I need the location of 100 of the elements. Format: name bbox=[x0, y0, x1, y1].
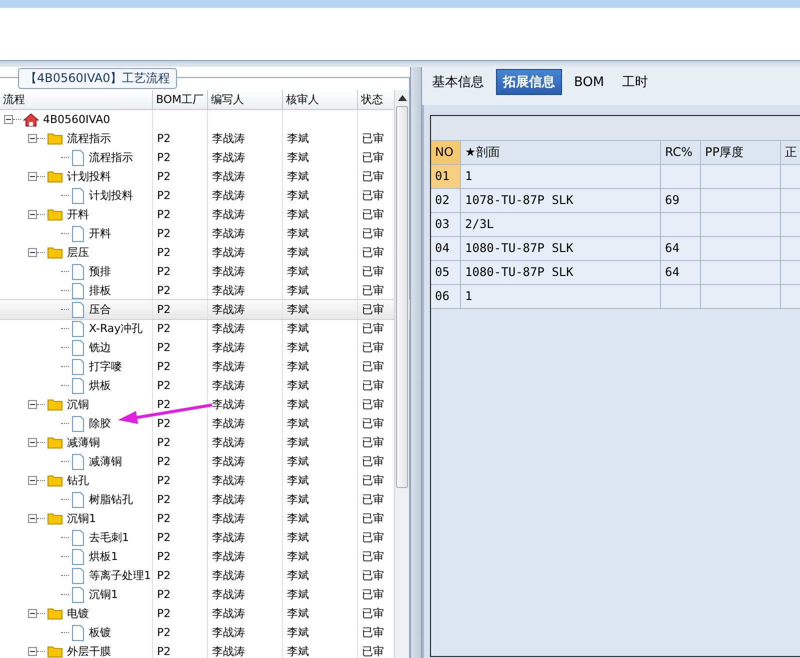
collapse-toggle-icon[interactable] bbox=[28, 172, 37, 181]
tab[interactable]: 拓展信息 bbox=[496, 69, 562, 95]
tab[interactable]: 基本信息 bbox=[426, 69, 490, 95]
table-cell: 李斌 bbox=[287, 587, 309, 602]
tree-item-label[interactable]: 打字嘜 bbox=[89, 359, 122, 374]
document-icon bbox=[71, 302, 85, 318]
table-cell: 李斌 bbox=[287, 606, 309, 621]
column-header[interactable]: 核审人 bbox=[283, 90, 358, 109]
tree-item-label[interactable]: 4B0560IVA0 bbox=[43, 113, 110, 126]
table-cell: 已审 bbox=[362, 302, 384, 317]
document-icon bbox=[71, 586, 85, 602]
tree-item-label[interactable]: 预排 bbox=[89, 264, 111, 279]
table-cell: 1080-TU-87P SLK bbox=[461, 261, 661, 284]
table-cell: 李斌 bbox=[287, 454, 309, 469]
tree-item-label[interactable]: 压合 bbox=[89, 302, 111, 317]
table-cell: P2 bbox=[157, 170, 171, 183]
table-cell: 李战涛 bbox=[212, 454, 245, 469]
panel-title: 【4B0560IVA0】工艺流程 bbox=[18, 68, 178, 89]
row-number[interactable]: 05 bbox=[431, 261, 461, 284]
tree-item-label[interactable]: 板镀 bbox=[89, 625, 111, 640]
table-cell: 李战涛 bbox=[212, 207, 245, 222]
table-cell: 李斌 bbox=[287, 283, 309, 298]
document-icon bbox=[71, 226, 85, 242]
table-cell: P2 bbox=[157, 455, 171, 468]
column-header[interactable]: 编写人 bbox=[208, 90, 283, 109]
table-cell: P2 bbox=[157, 189, 171, 202]
tree-item-label[interactable]: 排板 bbox=[89, 283, 111, 298]
column-header[interactable]: BOM工厂 bbox=[153, 90, 208, 109]
table-cell: 已审 bbox=[362, 283, 384, 298]
row-number[interactable]: 03 bbox=[431, 213, 461, 236]
tree-item-label[interactable]: 层压 bbox=[67, 245, 89, 260]
tree-item-label[interactable]: 开料 bbox=[89, 226, 111, 241]
document-icon bbox=[71, 358, 85, 374]
tree-item-label[interactable]: 烘板1 bbox=[89, 549, 118, 564]
table-cell: 李斌 bbox=[287, 150, 309, 165]
row-number[interactable]: 01 bbox=[431, 165, 461, 188]
table-cell: 李斌 bbox=[287, 511, 309, 526]
tree-item-label[interactable]: 流程指示 bbox=[89, 150, 133, 165]
table-cell: P2 bbox=[157, 474, 171, 487]
row-number[interactable]: 06 bbox=[431, 285, 461, 308]
table-cell: 已审 bbox=[362, 511, 384, 526]
column-header[interactable]: 流程 bbox=[0, 90, 153, 109]
table-cell: 已审 bbox=[362, 245, 384, 260]
column-header[interactable]: NO bbox=[431, 141, 461, 164]
tree-item-label[interactable]: 外层干膜 bbox=[67, 644, 111, 658]
folder-icon bbox=[47, 607, 63, 620]
tab[interactable]: 工时 bbox=[616, 69, 654, 95]
table-cell: P2 bbox=[157, 607, 171, 620]
tab[interactable]: BOM bbox=[568, 69, 610, 95]
table-cell: 69 bbox=[661, 189, 701, 212]
folder-icon bbox=[47, 132, 63, 145]
tree-item-label[interactable]: 等离子处理1 bbox=[89, 568, 151, 583]
tree-item-label[interactable]: 电镀 bbox=[67, 606, 89, 621]
collapse-toggle-icon[interactable] bbox=[4, 115, 13, 124]
table-cell: 李斌 bbox=[287, 530, 309, 545]
table-cell: P2 bbox=[157, 531, 171, 544]
table-cell: 已审 bbox=[362, 587, 384, 602]
row-number[interactable]: 02 bbox=[431, 189, 461, 212]
table-cell: 李战涛 bbox=[212, 587, 245, 602]
scrollbar[interactable] bbox=[394, 90, 409, 658]
table-cell: 李战涛 bbox=[212, 131, 245, 146]
tree-item-label[interactable]: 去毛刺1 bbox=[89, 530, 129, 545]
table-cell: P2 bbox=[157, 360, 171, 373]
table-cell: 1 bbox=[461, 285, 661, 308]
tree-item-label[interactable]: 计划投料 bbox=[89, 188, 133, 203]
collapse-toggle-icon[interactable] bbox=[28, 514, 37, 523]
splitter-handle[interactable] bbox=[410, 67, 422, 658]
collapse-toggle-icon[interactable] bbox=[28, 438, 37, 447]
scroll-thumb[interactable] bbox=[396, 106, 408, 488]
tree-item-label[interactable]: 沉铜 bbox=[67, 397, 89, 412]
collapse-toggle-icon[interactable] bbox=[28, 647, 37, 656]
collapse-toggle-icon[interactable] bbox=[28, 210, 37, 219]
collapse-toggle-icon[interactable] bbox=[28, 476, 37, 485]
home-icon bbox=[23, 112, 39, 126]
document-icon bbox=[71, 264, 85, 280]
tree-item-label[interactable]: 钻孔 bbox=[67, 473, 89, 488]
table-cell: 李战涛 bbox=[212, 340, 245, 355]
row-number[interactable]: 04 bbox=[431, 237, 461, 260]
tree-item-label[interactable]: 减薄铜 bbox=[89, 454, 122, 469]
table-cell: 已审 bbox=[362, 321, 384, 336]
table-cell: 李战涛 bbox=[212, 625, 245, 640]
tree-item-label[interactable]: 减薄铜 bbox=[67, 435, 100, 450]
tree-item-label[interactable]: X-Ray冲孔 bbox=[89, 321, 143, 336]
tree-item-label[interactable]: 除胶 bbox=[89, 416, 111, 431]
table-cell: 已审 bbox=[362, 549, 384, 564]
collapse-toggle-icon[interactable] bbox=[28, 134, 37, 143]
collapse-toggle-icon[interactable] bbox=[28, 248, 37, 257]
tree-item-label[interactable]: 计划投料 bbox=[67, 169, 111, 184]
table-cell: P2 bbox=[157, 436, 171, 449]
collapse-toggle-icon[interactable] bbox=[28, 609, 37, 618]
tree-item-label[interactable]: 沉铜1 bbox=[89, 587, 118, 602]
tree-item-label[interactable]: 树脂钻孔 bbox=[89, 492, 133, 507]
table-cell: 1080-TU-87P SLK bbox=[461, 237, 661, 260]
table-cell: P2 bbox=[157, 227, 171, 240]
tree-item-label[interactable]: 烘板 bbox=[89, 378, 111, 393]
tree-item-label[interactable]: 沉铜1 bbox=[67, 511, 96, 526]
collapse-toggle-icon[interactable] bbox=[28, 400, 37, 409]
tree-item-label[interactable]: 开料 bbox=[67, 207, 89, 222]
tree-item-label[interactable]: 铣边 bbox=[89, 340, 111, 355]
tree-item-label[interactable]: 流程指示 bbox=[67, 131, 111, 146]
